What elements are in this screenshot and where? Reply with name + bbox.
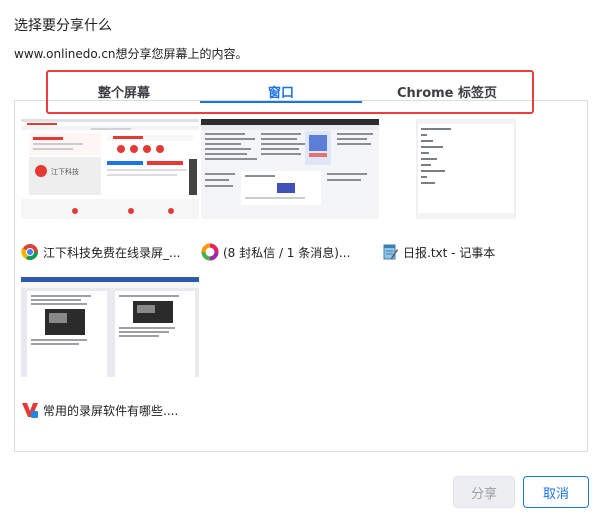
- source-tabs: 整个屏幕 窗口 Chrome 标签页: [46, 70, 534, 114]
- window-item-notepad[interactable]: 日报.txt - 记事本: [381, 119, 559, 260]
- tab-chrome-tab[interactable]: Chrome 标签页: [362, 72, 532, 110]
- cancel-button[interactable]: 取消: [523, 476, 589, 508]
- share-button[interactable]: 分享: [453, 476, 515, 508]
- window-item-label-row: 日报.txt - 记事本: [381, 241, 559, 263]
- window-item-label-row: 江下科技免费在线录屏_...: [21, 241, 199, 263]
- chrome-icon: [21, 243, 39, 261]
- window-thumbnail: [201, 119, 379, 219]
- thumbnail-brand-text: 江下科技: [51, 167, 79, 176]
- window-item-chrome[interactable]: 江下科技 江下科技免费在线录屏_...: [21, 119, 199, 260]
- tab-entire-screen[interactable]: 整个屏幕: [48, 72, 200, 110]
- dialog-subtitle: www.onlinedo.cn想分享您屏幕上的内容。: [14, 47, 248, 61]
- window-title: (8 封私信 / 1 条消息)...: [223, 245, 351, 260]
- window-title: 日报.txt - 记事本: [403, 245, 496, 260]
- colorful-ring-icon: [201, 243, 219, 261]
- window-item-messages[interactable]: (8 封私信 / 1 条消息)...: [201, 119, 379, 261]
- window-title: 江下科技免费在线录屏_...: [43, 245, 181, 260]
- window-thumbnail: 江下科技: [21, 119, 199, 219]
- window-item-label-row: (8 封私信 / 1 条消息)...: [201, 241, 379, 263]
- window-thumbnail: [381, 119, 559, 219]
- tab-window[interactable]: 窗口: [200, 72, 362, 110]
- window-list-panel: 江下科技 江下科技免费在线录屏_... (8 封私信 / 1 条消息)... 日…: [14, 100, 588, 452]
- wps-writer-icon: [21, 401, 39, 419]
- window-title: 常用的录屏软件有哪些....: [43, 403, 179, 418]
- notepad-icon: [381, 243, 399, 261]
- window-thumbnail: [21, 277, 199, 377]
- window-item-label-row: 常用的录屏软件有哪些....: [21, 399, 199, 421]
- dialog-title: 选择要分享什么: [14, 18, 112, 34]
- window-item-document[interactable]: 常用的录屏软件有哪些....: [21, 277, 199, 418]
